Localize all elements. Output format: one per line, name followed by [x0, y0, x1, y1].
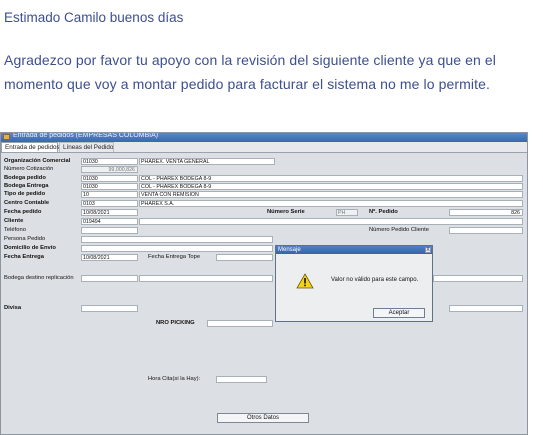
organizacion-code-field[interactable]: 01030 [81, 158, 138, 165]
numero-pedido-cliente-field[interactable] [449, 227, 523, 234]
bodega-destino-label: Bodega destino replicación [4, 275, 74, 281]
tab-entrada-de-pedidos[interactable]: Entrada de pedidos [1, 142, 60, 152]
window-titlebar: Entrada de pedidos (EMPRESAS COLOMBIA) [1, 132, 527, 142]
telefono-field[interactable] [81, 227, 138, 234]
domicilio-field[interactable] [81, 245, 273, 252]
numero-serie-field: PH [336, 209, 358, 216]
divisa-field[interactable] [81, 305, 138, 312]
bodega-entrega-desc-field[interactable]: COL - PHAREX BODEGA 8-9 [139, 183, 523, 190]
bodega-entrega-label: Bodega Entrega [4, 183, 49, 189]
message-dialog: Mensaje X Valor no válido para este camp… [275, 245, 433, 322]
cotizacion-field: 99,000,826 [81, 166, 138, 173]
cliente-label: Cliente [4, 218, 24, 224]
accept-button[interactable]: Aceptar [373, 308, 425, 318]
bodega-pedido-desc-field[interactable]: COL - PHAREX BODEGA 8-9 [139, 175, 523, 182]
fecha-entrega-label: Fecha Entrega [4, 254, 44, 260]
numero-serie-label: Número Serie [267, 209, 305, 215]
tipo-pedido-label: Tipo de pedido [4, 191, 46, 197]
bodega-entrega-code-field[interactable]: 01030 [81, 183, 138, 190]
domicilio-label: Domicilio de Envío [4, 245, 56, 251]
email-greeting: Estimado Camilo buenos días [4, 10, 184, 25]
order-entry-window: Entrada de pedidos (EMPRESAS COLOMBIA) E… [0, 132, 528, 435]
centro-contable-code-field[interactable]: 0103 [81, 200, 138, 207]
divisa-right-field[interactable] [449, 305, 523, 312]
persona-pedido-field[interactable] [81, 236, 273, 243]
close-icon[interactable]: X [425, 247, 431, 253]
tipo-pedido-code-field[interactable]: 10 [81, 191, 138, 198]
fecha-pedido-field[interactable]: 10/08/2021 [81, 209, 138, 216]
fecha-entrega-field[interactable]: 10/08/2021 [81, 254, 138, 261]
window-title: Entrada de pedidos (EMPRESAS COLOMBIA) [13, 132, 159, 139]
email-body-line-1: Agradezco por favor tu apoyo con la revi… [4, 52, 496, 68]
cotizacion-label: Número Cotización [4, 166, 54, 172]
bodega-destino-code-field[interactable] [81, 275, 138, 282]
tab-lineas-del-pedido[interactable]: Líneas del Pedido [59, 142, 114, 152]
hora-cita-field[interactable] [216, 376, 267, 383]
app-icon [3, 134, 10, 140]
fecha-entrega-tope-field[interactable] [216, 254, 273, 261]
centro-contable-label: Centro Contable [4, 200, 50, 206]
nro-picking-field[interactable] [207, 320, 273, 327]
centro-contable-desc-field[interactable]: PHAREX S.A. [139, 200, 523, 207]
tipo-pedido-desc-field[interactable]: VENTA CON REMISION [139, 191, 523, 198]
numero-pedido-field[interactable]: 826 [449, 209, 523, 216]
telefono-label: Teléfono [4, 227, 26, 233]
dialog-title: Mensaje [278, 247, 301, 253]
warning-icon [296, 273, 314, 289]
numero-pedido-label: Nº. Pedido [369, 209, 398, 215]
bodega-destino-desc-field[interactable] [139, 275, 273, 282]
persona-pedido-label: Persona Pedido [4, 236, 46, 242]
fecha-entrega-tope-label: Fecha Entrega Tope [148, 254, 201, 260]
organizacion-label: Organización Comercial [4, 158, 71, 164]
dialog-message: Valor no válido para este campo. [331, 277, 419, 283]
dialog-titlebar: Mensaje X [276, 246, 432, 254]
bodega-destino-extra-field[interactable] [433, 275, 523, 282]
fecha-pedido-label: Fecha pedido [4, 209, 42, 215]
bodega-pedido-label: Bodega pedido [4, 175, 46, 181]
bodega-pedido-code-field[interactable]: 01030 [81, 175, 138, 182]
hora-cita-label: Hora Cita(si la Hay): [148, 376, 201, 382]
email-body-line-2: momento que voy a montar pedido para fac… [4, 76, 490, 92]
cliente-name-field[interactable] [139, 218, 523, 225]
organizacion-desc-field[interactable]: PHAREX. VENTA GENERAL [139, 158, 275, 165]
otros-datos-button[interactable]: Otros Datos [217, 413, 309, 423]
nro-picking-label: NRO PICKING [156, 320, 195, 326]
tab-bar: Entrada de pedidos Líneas del Pedido [1, 142, 527, 153]
numero-pedido-cliente-label: Número Pedido Cliente [369, 227, 429, 233]
cliente-code-field[interactable]: 019494 [81, 218, 138, 225]
divisa-label: Divisa [4, 305, 22, 311]
